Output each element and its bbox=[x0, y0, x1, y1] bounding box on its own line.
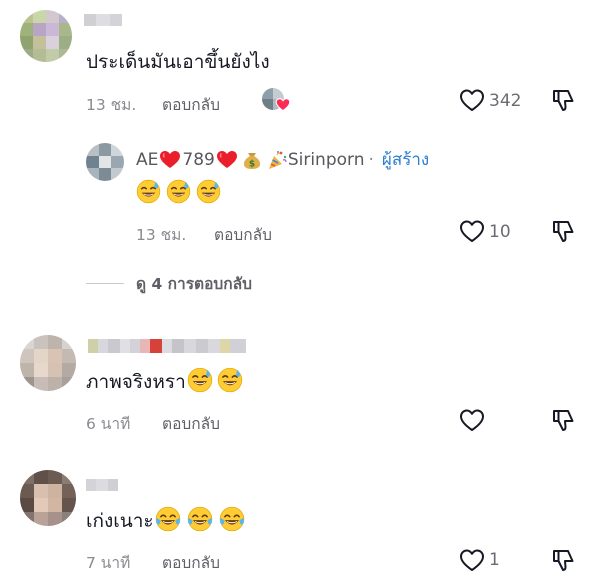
creator-liked-icon bbox=[262, 88, 292, 114]
like-count: 1 bbox=[489, 550, 500, 570]
heart-outline-icon[interactable] bbox=[459, 88, 485, 112]
comment-text: ภาพจริงหรา bbox=[86, 371, 186, 393]
username-prefix: AE bbox=[136, 149, 159, 170]
reply-button[interactable]: ตอบกลับ bbox=[214, 222, 272, 247]
sweat-smile-emoji-icon bbox=[187, 367, 213, 393]
avatar[interactable] bbox=[20, 470, 76, 526]
party-popper-icon bbox=[268, 149, 287, 170]
money-bag-icon bbox=[243, 152, 260, 169]
sweat-smile-emoji-icon bbox=[136, 179, 161, 204]
username-mid: 789 bbox=[182, 149, 215, 170]
reply-button[interactable]: ตอบกลับ bbox=[162, 550, 220, 575]
avatar[interactable] bbox=[20, 10, 72, 62]
thumbs-down-outline-icon[interactable] bbox=[551, 88, 575, 113]
thumbs-down-outline-icon[interactable] bbox=[551, 548, 575, 573]
comment-time: 13 ชม. bbox=[86, 96, 137, 114]
comment-text: ประเด็นมันเอาขึ้นยังไง bbox=[86, 51, 270, 73]
reply-button[interactable]: ตอบกลับ bbox=[162, 92, 220, 117]
comment-body: เก่งเนาะ bbox=[86, 506, 245, 534]
creator-badge: ผู้สร้าง bbox=[381, 150, 430, 170]
reply-time: 13 ชม. bbox=[136, 226, 187, 244]
username-blurred[interactable] bbox=[88, 339, 256, 353]
comment-text: เก่งเนาะ bbox=[86, 510, 154, 532]
tears-of-joy-emoji-icon bbox=[186, 506, 213, 532]
view-replies-line bbox=[86, 283, 124, 284]
comment-time: 6 นาที bbox=[86, 415, 131, 433]
heart-outline-icon[interactable] bbox=[459, 548, 485, 572]
red-heart-icon bbox=[216, 150, 238, 169]
comment-body: ภาพจริงหรา bbox=[86, 367, 243, 395]
heart-outline-icon[interactable] bbox=[459, 219, 485, 243]
reply-avatar[interactable] bbox=[86, 143, 124, 181]
reply-username[interactable]: AE 789 Sirinporn · ผู้สร้าง bbox=[136, 146, 429, 173]
red-heart-icon bbox=[159, 150, 182, 169]
sweat-smile-emoji-icon bbox=[217, 367, 243, 393]
like-count: 10 bbox=[489, 222, 511, 242]
separator: · bbox=[368, 149, 374, 170]
avatar[interactable] bbox=[20, 335, 76, 391]
heart-outline-icon[interactable] bbox=[459, 408, 485, 432]
username-suffix: Sirinporn bbox=[287, 149, 365, 170]
comment-time: 7 นาที bbox=[86, 554, 131, 572]
reply-text-emojis bbox=[136, 179, 221, 205]
username-blurred[interactable] bbox=[84, 14, 122, 26]
username-blurred[interactable] bbox=[86, 479, 118, 491]
thumbs-down-outline-icon[interactable] bbox=[551, 408, 575, 433]
tears-of-joy-emoji-icon bbox=[218, 506, 245, 532]
thumbs-down-outline-icon[interactable] bbox=[551, 219, 575, 244]
like-count: 342 bbox=[489, 91, 522, 111]
sweat-smile-emoji-icon bbox=[166, 179, 191, 204]
view-replies-button[interactable]: ดู 4 การตอบกลับ bbox=[136, 271, 252, 296]
reply-button[interactable]: ตอบกลับ bbox=[162, 411, 220, 436]
sweat-smile-emoji-icon bbox=[196, 179, 221, 204]
tears-of-joy-emoji-icon bbox=[154, 506, 181, 532]
